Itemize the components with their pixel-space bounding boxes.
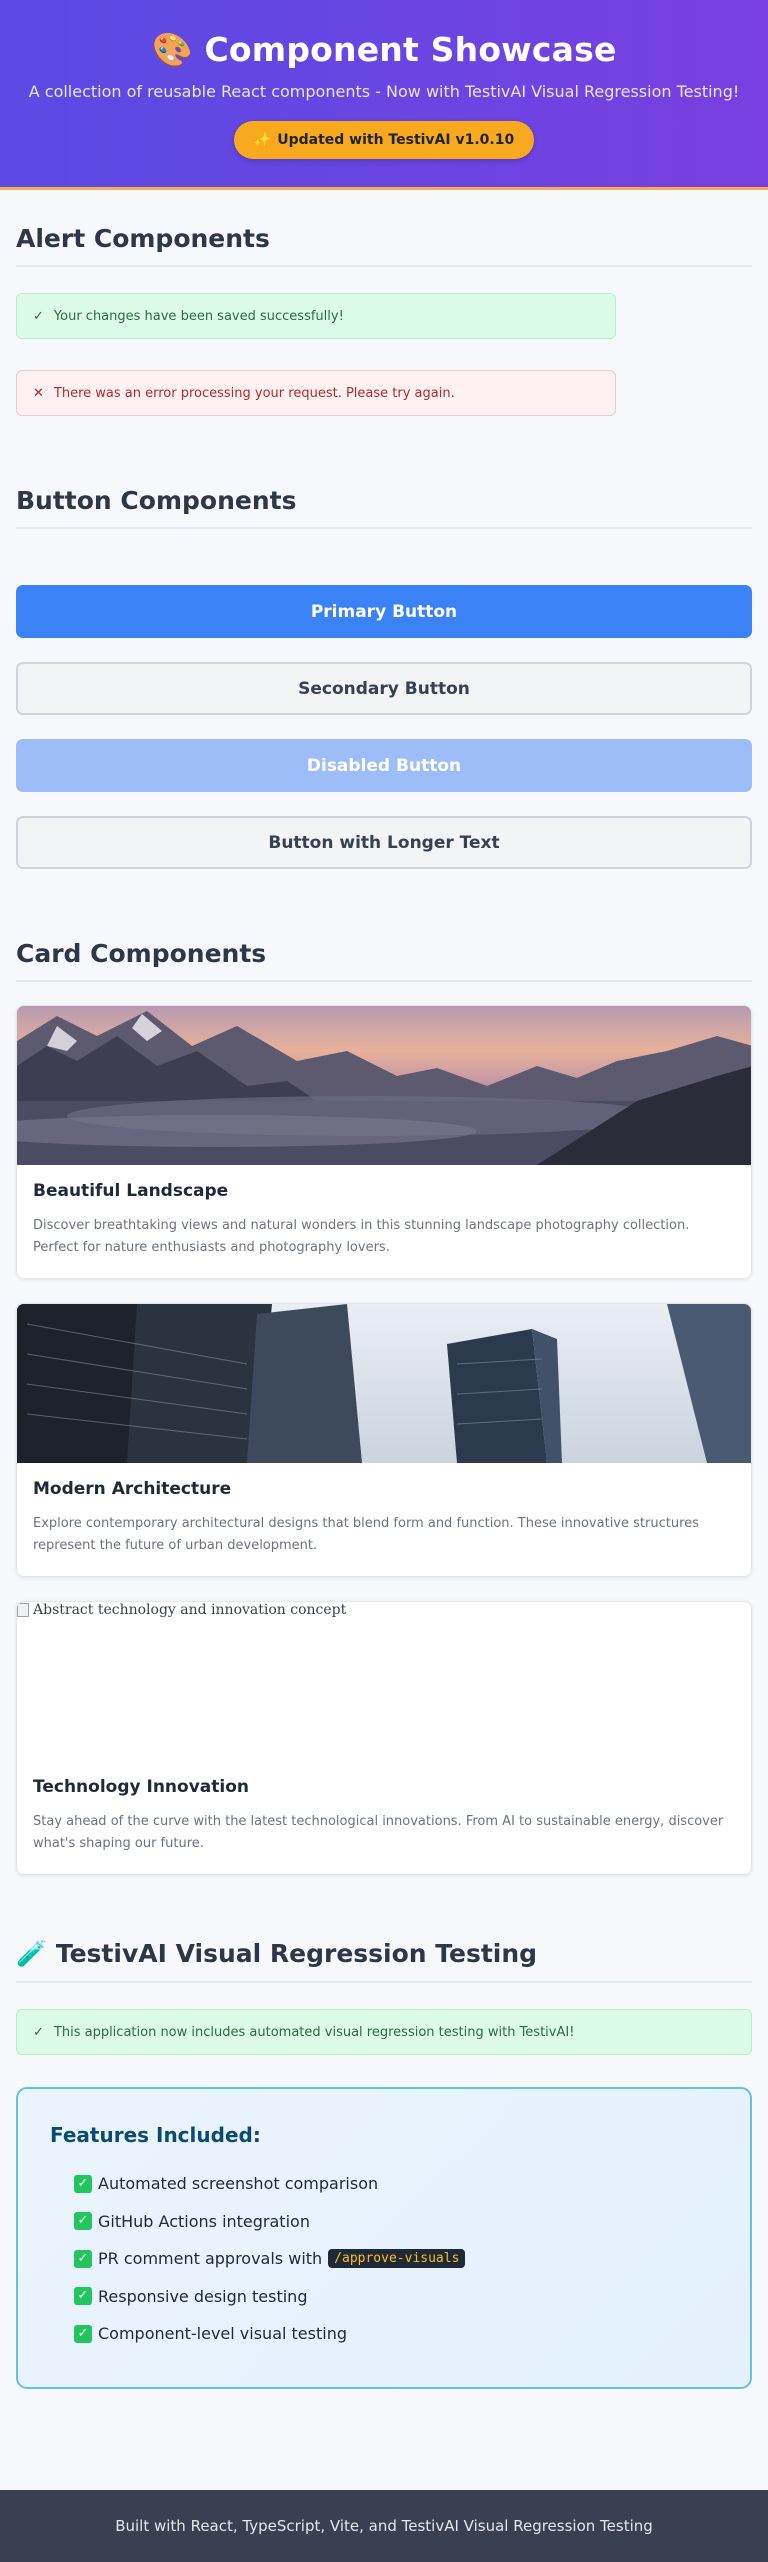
card-title: Modern Architecture xyxy=(33,1479,232,1499)
testivai-section-title: 🧪 TestivAI Visual Regression Testing xyxy=(16,1939,752,1983)
footer-text: Built with React, TypeScript, Vite, and … xyxy=(115,2517,653,2535)
card-title: Beautiful Landscape xyxy=(33,1181,229,1201)
check-mark-icon: ✓ xyxy=(74,2212,92,2231)
check-mark-icon: ✓ xyxy=(74,2287,92,2306)
approve-command-code: /approve-visuals xyxy=(328,2249,466,2269)
page-title-text: Component Showcase xyxy=(204,30,617,69)
version-badge-label: Updated with TestivAI v1.0.10 xyxy=(277,132,515,148)
check-icon: ✓ xyxy=(33,2024,44,2040)
features-title: Features Included: xyxy=(50,2123,261,2147)
version-badge: ✨ Updated with TestivAI v1.0.10 xyxy=(233,121,535,159)
card-text: Discover breathtaking views and natural … xyxy=(33,1218,690,1255)
error-alert: ✕ There was an error processing your req… xyxy=(16,370,616,416)
feature-text: Responsive design testing xyxy=(98,2286,308,2306)
feature-item: ✓ Automated screenshot comparison xyxy=(74,2165,718,2203)
feature-text: Component-level visual testing xyxy=(98,2324,347,2344)
broken-image-icon xyxy=(17,1603,29,1617)
card-text: Explore contemporary architectural desig… xyxy=(33,1516,699,1553)
image-alt-text: Abstract technology and innovation conce… xyxy=(33,1602,347,1618)
feature-item: ✓ PR comment approvals with /approve-vis… xyxy=(74,2240,718,2278)
card-list: Beautiful Landscape Discover breathtakin… xyxy=(16,1005,752,1875)
features-list: ✓ Automated screenshot comparison ✓ GitH… xyxy=(50,2165,718,2353)
check-icon: ✓ xyxy=(33,308,44,324)
card-body: Technology Innovation Stay ahead of the … xyxy=(17,1761,751,1855)
check-mark-icon: ✓ xyxy=(74,2249,92,2268)
feature-item: ✓ GitHub Actions integration xyxy=(74,2203,718,2241)
technology-image-broken: Abstract technology and innovation conce… xyxy=(17,1602,751,1761)
long-text-button[interactable]: Button with Longer Text xyxy=(16,816,752,869)
landscape-image xyxy=(17,1006,751,1165)
error-x-icon: ✕ xyxy=(33,385,44,401)
card-architecture: Modern Architecture Explore contemporary… xyxy=(16,1303,752,1577)
secondary-button[interactable]: Secondary Button xyxy=(16,662,752,715)
feature-text: Automated screenshot comparison xyxy=(98,2174,379,2194)
success-alert: ✓ Your changes have been saved successfu… xyxy=(16,293,616,339)
card-section-title: Card Components xyxy=(16,939,752,982)
success-alert-text: Your changes have been saved successfull… xyxy=(53,308,344,324)
primary-button[interactable]: Primary Button xyxy=(16,585,752,638)
card-landscape: Beautiful Landscape Discover breathtakin… xyxy=(16,1005,752,1279)
testivai-section: 🧪 TestivAI Visual Regression Testing ✓ T… xyxy=(16,1939,752,2389)
testivai-alert: ✓ This application now includes automate… xyxy=(16,2009,752,2055)
button-section-title: Button Components xyxy=(16,486,752,529)
button-section: Button Components Primary Button Seconda… xyxy=(16,486,752,869)
testivai-alert-text: This application now includes automated … xyxy=(53,2024,575,2040)
card-technology: Abstract technology and innovation conce… xyxy=(16,1601,752,1875)
check-mark-icon: ✓ xyxy=(74,2324,92,2343)
sparkle-icon: ✨ xyxy=(253,132,272,148)
page-footer: Built with React, TypeScript, Vite, and … xyxy=(0,2490,768,2562)
alert-section-title: Alert Components xyxy=(16,224,752,267)
features-panel: Features Included: ✓ Automated screensho… xyxy=(16,2087,752,2389)
test-tube-icon: 🧪 xyxy=(16,1939,48,1968)
page-subtitle: A collection of reusable React component… xyxy=(28,82,740,101)
card-body: Beautiful Landscape Discover breathtakin… xyxy=(17,1165,751,1259)
feature-text: GitHub Actions integration xyxy=(98,2211,310,2231)
feature-item: ✓ Responsive design testing xyxy=(74,2278,718,2316)
check-mark-icon: ✓ xyxy=(74,2174,92,2193)
button-list: Primary Button Secondary Button Disabled… xyxy=(16,585,752,869)
disabled-button: Disabled Button xyxy=(16,739,752,792)
feature-text: PR comment approvals with xyxy=(98,2249,323,2269)
page-title: 🎨 Component Showcase xyxy=(0,30,768,70)
palette-icon: 🎨 xyxy=(151,30,193,69)
card-section: Card Components Beautiful Landscape Disc… xyxy=(16,939,752,1875)
card-text: Stay ahead of the curve with the latest … xyxy=(33,1814,724,1851)
main-content: Alert Components ✓ Your changes have bee… xyxy=(0,224,768,2389)
feature-item: ✓ Component-level visual testing xyxy=(74,2315,718,2353)
testivai-title-text: TestivAI Visual Regression Testing xyxy=(55,1939,538,1968)
page-header: 🎨 Component Showcase A collection of reu… xyxy=(0,0,768,190)
error-alert-text: There was an error processing your reque… xyxy=(53,385,455,401)
alert-section: Alert Components ✓ Your changes have bee… xyxy=(16,224,752,416)
card-title: Technology Innovation xyxy=(33,1777,250,1797)
broken-image-alt: Abstract technology and innovation conce… xyxy=(17,1602,346,1618)
card-body: Modern Architecture Explore contemporary… xyxy=(17,1463,751,1557)
architecture-image xyxy=(17,1304,751,1463)
